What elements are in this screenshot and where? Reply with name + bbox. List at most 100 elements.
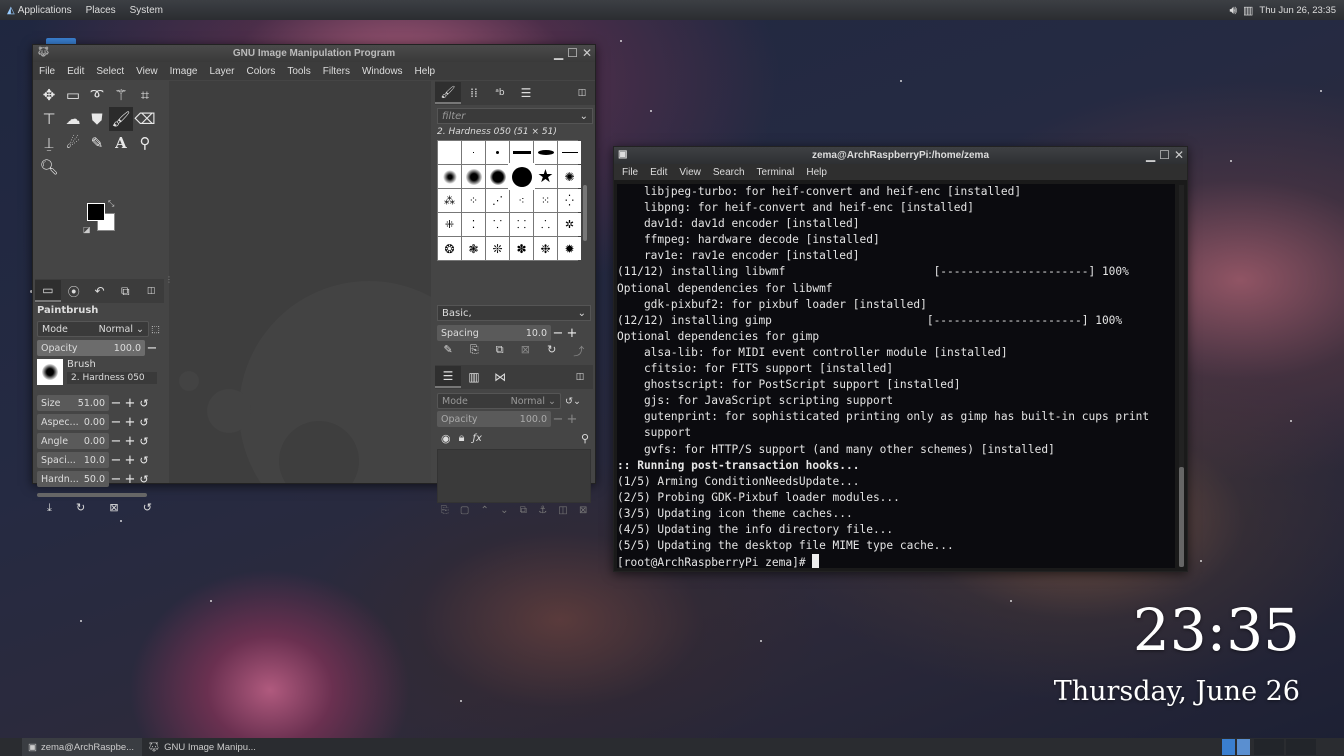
hardness-reset-icon[interactable]: ↺: [137, 473, 151, 486]
angle-slider[interactable]: Angle 0.00: [37, 433, 109, 449]
network-icon[interactable]: ▥: [1243, 4, 1253, 17]
reset-colors-icon[interactable]: ◪: [83, 225, 91, 234]
terminal-menu-search[interactable]: Search: [707, 167, 751, 178]
spacing-slider[interactable]: Spaci... 10.0: [37, 452, 109, 468]
brush-cell[interactable]: ⁜: [438, 213, 461, 236]
layers-search-icon[interactable]: ⚲: [581, 432, 589, 445]
terminal-menu-file[interactable]: File: [614, 167, 644, 178]
layers-opacity-minus-button[interactable]: −: [551, 412, 565, 427]
brush-cell[interactable]: ⁚: [462, 213, 485, 236]
terminal-menu-terminal[interactable]: Terminal: [751, 167, 801, 178]
lower-layer-icon[interactable]: ⌄: [500, 505, 508, 519]
brushes-tab-menu-icon[interactable]: ◫: [569, 82, 595, 104]
new-layer-icon[interactable]: ⎘: [441, 505, 449, 519]
angle-minus-button[interactable]: −: [109, 434, 123, 449]
brush-spacing-minus-button[interactable]: −: [551, 326, 565, 341]
delete-options-icon[interactable]: ⊠: [109, 501, 118, 517]
opacity-minus-button[interactable]: −: [145, 341, 159, 356]
eraser-tool-icon[interactable]: ⌫: [133, 107, 157, 131]
opacity-slider[interactable]: Opacity 100.0: [37, 340, 145, 356]
duplicate-brush-icon[interactable]: ⧉: [496, 343, 504, 359]
layers-tab-menu-icon[interactable]: ◫: [567, 366, 593, 388]
hardness-minus-button[interactable]: −: [109, 472, 123, 487]
layers-mode-reset-icon[interactable]: ↺⌄: [565, 396, 581, 407]
menu-colors[interactable]: Colors: [240, 66, 281, 77]
undo-history-tab-icon[interactable]: ↶: [87, 280, 113, 302]
brush-name-field[interactable]: 2. Hardness 050: [67, 372, 157, 384]
brush-cell[interactable]: ✹: [558, 237, 581, 260]
minimize-button[interactable]: ▁: [554, 46, 563, 60]
fonts-tab-icon[interactable]: ᵃb: [487, 82, 513, 104]
brush-cell[interactable]: ⁖: [510, 189, 533, 212]
delete-brush-icon[interactable]: ⊠: [521, 343, 530, 359]
terminal-minimize-button[interactable]: ▁: [1146, 148, 1155, 162]
brush-cell[interactable]: [534, 141, 557, 164]
angle-reset-icon[interactable]: ↺: [137, 435, 151, 448]
channels-tab-icon[interactable]: ▥: [461, 366, 487, 388]
foreground-color-swatch[interactable]: [87, 203, 105, 221]
duplicate-layer-icon[interactable]: ⧉: [520, 505, 527, 519]
menu-file[interactable]: File: [33, 66, 61, 77]
fx-icon[interactable]: ƒx: [472, 433, 481, 444]
spacing-minus-button[interactable]: −: [109, 453, 123, 468]
brush-cell[interactable]: ❉: [534, 237, 557, 260]
terminal-menu-help[interactable]: Help: [800, 167, 833, 178]
mode-reset-icon[interactable]: ⬚: [151, 324, 160, 335]
layers-list[interactable]: [437, 449, 591, 503]
menu-image[interactable]: Image: [164, 66, 204, 77]
brush-cell[interactable]: [510, 141, 533, 164]
menu-edit[interactable]: Edit: [61, 66, 90, 77]
lasso-tool-icon[interactable]: ➰︎: [85, 83, 109, 107]
brush-cell[interactable]: ⁛: [558, 189, 581, 212]
brush-grid-scrollbar[interactable]: [583, 185, 587, 241]
tool-options-scrollbar[interactable]: [37, 493, 147, 497]
anchor-layer-icon[interactable]: ⚓︎: [538, 505, 547, 519]
brush-cell[interactable]: ★: [534, 165, 557, 188]
delete-layer-icon[interactable]: ⊠: [579, 505, 587, 519]
device-status-tab-icon[interactable]: ⦿: [61, 280, 87, 302]
fuzzy-select-tool-icon[interactable]: ⚚: [109, 83, 133, 107]
aspect-reset-icon[interactable]: ↺: [137, 416, 151, 429]
smudge-tool-icon[interactable]: ☄︎: [61, 131, 85, 155]
brush-cell[interactable]: ⸪: [486, 213, 509, 236]
taskbar-item-terminal[interactable]: ▣ zema@ArchRaspbe...: [22, 738, 142, 756]
brush-cell[interactable]: ⁂: [438, 189, 461, 212]
menu-layer[interactable]: Layer: [203, 66, 240, 77]
new-brush-icon[interactable]: ⎘: [470, 343, 479, 359]
brush-grid[interactable]: ★ ✺ ⁂ ⁘ ⋰ ⁖ ⁙ ⁛ ⁜ ⁚ ⸪ ⸬ ⸫ ✲ ❂ ❃ ❊ ✽ ❉ ✹: [437, 140, 581, 261]
terminal-titlebar[interactable]: ▣ zema@ArchRaspberryPi:/home/zema ▁ ☐ ✕: [614, 147, 1187, 164]
brush-spacing-plus-button[interactable]: +: [565, 326, 579, 341]
brush-cell[interactable]: ⸫: [534, 213, 557, 236]
system-menu[interactable]: System: [123, 5, 170, 16]
mask-layer-icon[interactable]: ◫: [558, 505, 567, 519]
new-group-icon[interactable]: ▢: [460, 505, 469, 519]
lock-icon[interactable]: 🔒︎: [459, 431, 465, 445]
brush-tag-select[interactable]: Basic, ⌄: [437, 305, 591, 321]
brush-cell[interactable]: [486, 141, 509, 164]
layers-tab-icon[interactable]: ☰: [435, 366, 461, 388]
clone-tool-icon[interactable]: ⍊: [37, 131, 61, 155]
brush-cell[interactable]: [558, 141, 581, 164]
menu-view[interactable]: View: [130, 66, 164, 77]
zoom-tool-icon[interactable]: 🔍︎: [37, 155, 61, 179]
paths-tool-icon[interactable]: ✎: [85, 131, 109, 155]
brush-cell[interactable]: ⁘: [462, 189, 485, 212]
workspace-2[interactable]: [1237, 739, 1250, 755]
brush-cell[interactable]: ✲: [558, 213, 581, 236]
patterns-tab-icon[interactable]: ⁞⁞: [461, 82, 487, 104]
toolbox-resize-handle[interactable]: ⋮: [165, 275, 173, 284]
paintbrush-tool-icon[interactable]: 🖌︎: [109, 107, 133, 131]
brush-cell[interactable]: ✺: [558, 165, 581, 188]
fg-bg-color-selector[interactable]: ⤡ ◪: [83, 199, 119, 235]
terminal-scroll-thumb[interactable]: [1179, 467, 1184, 567]
raise-layer-icon[interactable]: ⌃: [481, 505, 489, 519]
hardness-slider[interactable]: Hardn... 50.0: [37, 471, 109, 487]
mode-select[interactable]: Mode Normal ⌄: [37, 321, 149, 337]
layers-opacity-slider[interactable]: Opacity 100.0: [437, 411, 551, 427]
aspect-slider[interactable]: Aspec... 0.00: [37, 414, 109, 430]
aspect-minus-button[interactable]: −: [109, 415, 123, 430]
taskbar-item-gimp[interactable]: 🐺︎ GNU Image Manipu...: [142, 738, 262, 756]
reset-options-icon[interactable]: ↺: [143, 501, 152, 517]
gimp-titlebar[interactable]: 🐺︎ GNU Image Manipulation Program ▁ ☐ ✕: [33, 45, 595, 62]
menu-help[interactable]: Help: [409, 66, 442, 77]
